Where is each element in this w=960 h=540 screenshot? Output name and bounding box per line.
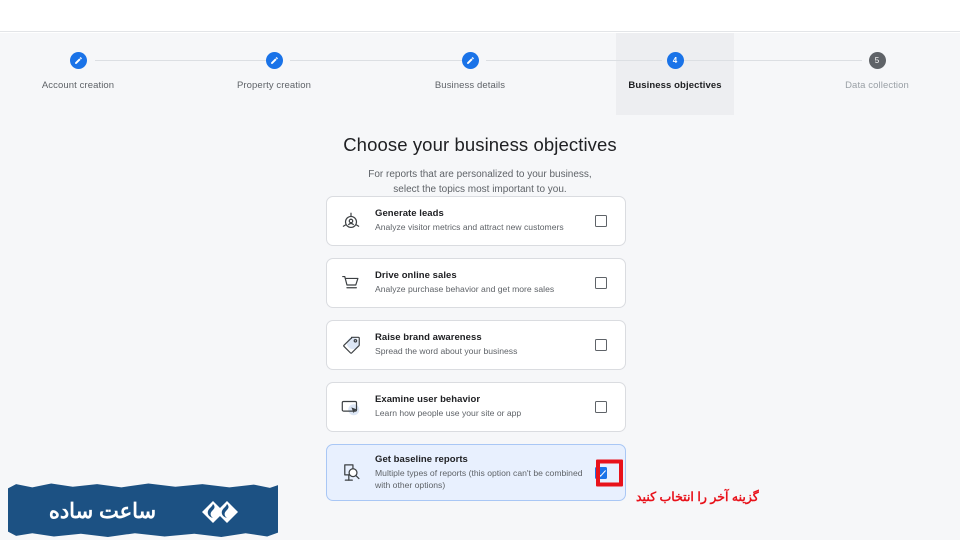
stepper-step-label: Data collection: [845, 80, 909, 91]
shopping-cart-icon: [338, 270, 364, 296]
watermark-text: ساعت ساده: [48, 501, 157, 523]
price-tag-icon: [338, 332, 364, 358]
page-subtitle-line-2: select the topics most important to you.: [393, 183, 567, 195]
objective-checkbox[interactable]: [595, 277, 607, 289]
objective-checkbox[interactable]: [595, 401, 607, 413]
stepper-step-label: Business details: [434, 80, 506, 91]
step-done-icon: [69, 52, 87, 69]
page-body: Account creation Property creation Busin…: [0, 33, 960, 540]
objective-text: Raise brand awareness Spread the word ab…: [375, 332, 585, 358]
browser-top-strip: [0, 0, 960, 32]
page-heading-block: Choose your business objectives For repo…: [0, 134, 960, 197]
stepper-connector: [290, 60, 466, 61]
stepper-step-label: Property creation: [236, 80, 312, 91]
objective-text: Get baseline reports Multiple types of r…: [375, 454, 585, 492]
stepper-step-label: Business objectives: [628, 80, 722, 91]
page-title: Choose your business objectives: [343, 134, 617, 155]
objective-title: Get baseline reports: [375, 453, 468, 465]
stepper-step-label: Account creation: [41, 80, 115, 91]
objective-text: Generate leads Analyze visitor metrics a…: [375, 208, 585, 234]
objective-text: Drive online sales Analyze purchase beha…: [375, 270, 585, 296]
objective-description: Analyze visitor metrics and attract new …: [375, 222, 564, 233]
objective-text: Examine user behavior Learn how people u…: [375, 394, 585, 420]
objective-title: Generate leads: [375, 208, 444, 220]
objective-title: Raise brand awareness: [375, 332, 482, 344]
screen-cursor-icon: [338, 394, 364, 420]
site-watermark: ساعت ساده: [8, 479, 278, 540]
watermark-diamond-logo-icon: [184, 493, 254, 531]
stepper-step-data-collection[interactable]: 5 Data collection: [818, 33, 936, 115]
objective-description: Spread the word about your business: [375, 346, 518, 357]
app-root: Account creation Property creation Busin…: [0, 0, 960, 540]
stepper-connector: [682, 60, 862, 61]
target-person-icon: [338, 208, 364, 234]
step-number-badge: 4: [666, 52, 684, 69]
business-objectives-list: Generate leads Analyze visitor metrics a…: [326, 196, 626, 513]
magnifier-report-icon: [338, 460, 364, 486]
objective-checkbox[interactable]: [595, 215, 607, 227]
objective-title: Drive online sales: [375, 270, 457, 282]
step-number-badge: 5: [868, 52, 886, 69]
objective-card-generate-leads[interactable]: Generate leads Analyze visitor metrics a…: [326, 196, 626, 246]
objective-card-raise-brand-awareness[interactable]: Raise brand awareness Spread the word ab…: [326, 320, 626, 370]
objective-description: Multiple types of reports (this option c…: [375, 468, 583, 490]
stepper-step-account-creation[interactable]: Account creation: [19, 33, 137, 115]
objective-checkbox[interactable]: [595, 466, 607, 479]
objective-description: Learn how people use your site or app: [375, 408, 522, 419]
page-subtitle-line-1: For reports that are personalized to you…: [368, 169, 592, 180]
objective-title: Examine user behavior: [375, 394, 481, 406]
objective-description: Analyze purchase behavior and get more s…: [375, 284, 555, 295]
step-done-icon: [461, 52, 479, 69]
stepper-connector: [486, 60, 662, 61]
page-subtitle: For reports that are personalized to you…: [0, 168, 960, 197]
stepper-step-business-objectives[interactable]: 4 Business objectives: [616, 33, 734, 115]
annotation-instruction-text: گزینه آخر را انتخاب کنید: [636, 490, 759, 504]
stepper-connector: [95, 60, 271, 61]
objective-card-examine-user-behavior[interactable]: Examine user behavior Learn how people u…: [326, 382, 626, 432]
objective-card-get-baseline-reports[interactable]: Get baseline reports Multiple types of r…: [326, 444, 626, 501]
stepper-step-business-details[interactable]: Business details: [411, 33, 529, 115]
stepper-step-property-creation[interactable]: Property creation: [215, 33, 333, 115]
objective-card-drive-online-sales[interactable]: Drive online sales Analyze purchase beha…: [326, 258, 626, 308]
step-done-icon: [265, 52, 283, 69]
setup-stepper: Account creation Property creation Busin…: [0, 33, 960, 115]
objective-checkbox[interactable]: [595, 339, 607, 351]
